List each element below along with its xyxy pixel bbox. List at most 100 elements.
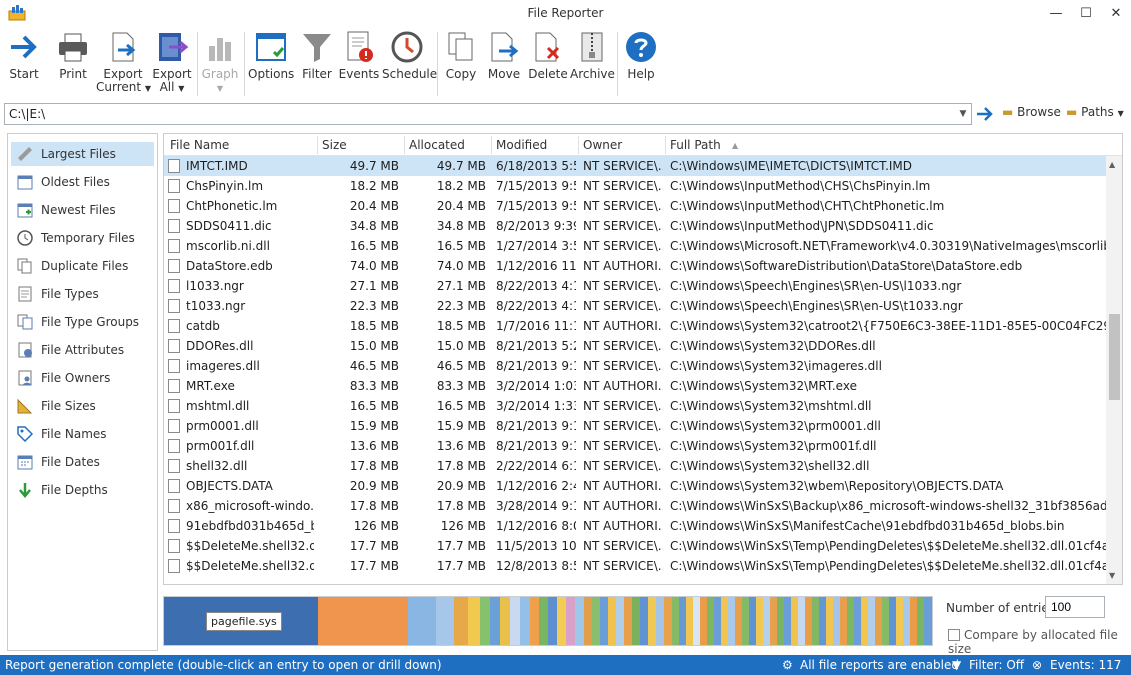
treemap-block[interactable] [763, 597, 770, 645]
nav-item-largest-files[interactable]: Largest Files [11, 142, 154, 166]
browse-button[interactable]: ▬ Browse [1002, 105, 1061, 123]
column-header-modified[interactable]: Modified [496, 138, 547, 152]
nav-item-file-types[interactable]: File Types [11, 282, 154, 306]
treemap-block[interactable] [749, 597, 756, 645]
chevron-down-icon[interactable]: ▼ [955, 104, 971, 124]
table-row[interactable]: DataStore.edb 74.0 MB 74.0 MB 1/12/2016 11:… [164, 256, 1106, 276]
table-row[interactable]: t1033.ngr 22.3 MB 22.3 MB 8/22/2013 4:1... N… [164, 296, 1106, 316]
treemap-block[interactable] [728, 597, 735, 645]
treemap-block[interactable] [861, 597, 868, 645]
table-row[interactable]: ChtPhonetic.lm 20.4 MB 20.4 MB 7/15/2013 9:… [164, 196, 1106, 216]
treemap-block[interactable] [882, 597, 889, 645]
treemap-block[interactable] [408, 597, 436, 645]
compare-allocated-checkbox[interactable]: Compare by allocated file size [948, 628, 1131, 656]
treemap-block[interactable] [791, 597, 798, 645]
treemap-block[interactable] [557, 597, 566, 645]
nav-item-newest-files[interactable]: Newest Files [11, 198, 154, 222]
table-row[interactable]: catdb 18.5 MB 18.5 MB 1/7/2016 11:1... NT AU… [164, 316, 1106, 336]
treemap-block[interactable] [584, 597, 592, 645]
nav-item-file-attributes[interactable]: File Attributes [11, 338, 154, 362]
filter-button[interactable]: Filter [298, 30, 336, 100]
nav-item-oldest-files[interactable]: Oldest Files [11, 170, 154, 194]
export-all-button[interactable]: Export All ▼ [150, 30, 194, 100]
treemap-block[interactable] [592, 597, 600, 645]
nav-item-file-depths[interactable]: File Depths [11, 478, 154, 502]
treemap-block[interactable] [875, 597, 882, 645]
treemap-block[interactable] [648, 597, 656, 645]
entries-count-input[interactable] [1045, 596, 1105, 618]
treemap-block[interactable] [664, 597, 672, 645]
table-row[interactable]: SDDS0411.dic 34.8 MB 34.8 MB 8/2/2013 9:39.… [164, 216, 1106, 236]
column-divider[interactable] [578, 136, 579, 154]
treemap-block[interactable] [480, 597, 490, 645]
delete-button[interactable]: Delete [527, 30, 569, 100]
checkbox[interactable] [948, 629, 960, 641]
treemap-block[interactable] [742, 597, 749, 645]
treemap-block[interactable] [436, 597, 454, 645]
column-divider[interactable] [317, 136, 318, 154]
treemap-block[interactable] [686, 597, 693, 645]
table-row[interactable]: mshtml.dll 16.5 MB 16.5 MB 3/2/2014 1:33...… [164, 396, 1106, 416]
treemap-block[interactable] [812, 597, 819, 645]
column-divider[interactable] [665, 136, 666, 154]
table-row[interactable]: prm0001.dll 15.9 MB 15.9 MB 8/21/2013 9:1..… [164, 416, 1106, 436]
table-row[interactable]: $$DeleteMe.shell32.dll... 17.7 MB 17.7 MB 1… [164, 556, 1106, 576]
treemap-block[interactable] [656, 597, 664, 645]
export-current-button[interactable]: Export Current ▼ [96, 30, 151, 100]
column-header-full-path[interactable]: Full Path [670, 138, 721, 152]
table-row[interactable]: OBJECTS.DATA 20.9 MB 20.9 MB 1/12/2016 2:4.… [164, 476, 1106, 496]
treemap-block[interactable] [854, 597, 861, 645]
treemap-block[interactable] [805, 597, 812, 645]
treemap-block[interactable] [756, 597, 763, 645]
treemap-block[interactable] [679, 597, 686, 645]
settings-gear-icon[interactable]: ⚙ [782, 658, 793, 672]
treemap-block[interactable] [910, 597, 917, 645]
treemap-block[interactable] [917, 597, 924, 645]
reports-status[interactable]: All file reports are enabled [800, 658, 959, 672]
maximize-button[interactable]: ☐ [1071, 0, 1101, 28]
treemap-block[interactable] [721, 597, 728, 645]
graph-button[interactable]: Graph ▼ [200, 30, 240, 100]
treemap-block[interactable] [500, 597, 510, 645]
treemap-block[interactable] [770, 597, 777, 645]
treemap-block[interactable] [575, 597, 584, 645]
table-row[interactable]: mscorlib.ni.dll 16.5 MB 16.5 MB 1/27/2014 3… [164, 236, 1106, 256]
size-treemap[interactable]: pagefile.sys [163, 596, 933, 646]
treemap-block[interactable] [548, 597, 557, 645]
treemap-block[interactable] [798, 597, 805, 645]
table-row[interactable]: shell32.dll 17.8 MB 17.8 MB 2/22/2014 6:1..… [164, 456, 1106, 476]
scrollbar-thumb[interactable] [1109, 314, 1120, 400]
treemap-block[interactable] [707, 597, 714, 645]
table-row[interactable]: 91ebdfbd031b465d_bl... 126 MB 126 MB 1/12/2… [164, 516, 1106, 536]
close-button[interactable]: ✕ [1101, 0, 1131, 28]
treemap-block[interactable] [833, 597, 840, 645]
treemap-block[interactable] [693, 597, 700, 645]
treemap-block[interactable] [608, 597, 616, 645]
path-input[interactable]: C:\|E:\ ▼ [4, 103, 972, 125]
treemap-block[interactable] [520, 597, 530, 645]
schedule-button[interactable]: Schedule [382, 30, 437, 100]
nav-item-file-owners[interactable]: File Owners [11, 366, 154, 390]
column-header-file-name[interactable]: File Name [170, 138, 229, 152]
nav-item-file-dates[interactable]: File Dates [11, 450, 154, 474]
help-button[interactable]: Help [620, 30, 662, 100]
nav-item-file-type-groups[interactable]: File Type Groups [11, 310, 154, 334]
treemap-block[interactable] [868, 597, 875, 645]
table-row[interactable]: x86_microsoft-windo... 17.8 MB 17.8 MB 3/28… [164, 496, 1106, 516]
column-header-owner[interactable]: Owner [583, 138, 622, 152]
treemap-block[interactable] [784, 597, 791, 645]
table-row[interactable]: IMTCT.IMD 49.7 MB 49.7 MB 6/18/2013 5:5... N… [164, 156, 1106, 176]
treemap-block[interactable] [700, 597, 707, 645]
treemap-block[interactable] [624, 597, 632, 645]
treemap-block[interactable] [924, 597, 932, 645]
options-button[interactable]: Options [248, 30, 294, 100]
nav-item-file-names[interactable]: File Names [11, 422, 154, 446]
column-divider[interactable] [491, 136, 492, 154]
treemap-block[interactable] [510, 597, 520, 645]
column-header-allocated[interactable]: Allocated [409, 138, 465, 152]
go-arrow-icon[interactable] [975, 104, 995, 124]
treemap-block[interactable] [530, 597, 539, 645]
treemap-block[interactable] [847, 597, 854, 645]
nav-item-file-sizes[interactable]: File Sizes [11, 394, 154, 418]
treemap-block[interactable] [889, 597, 896, 645]
